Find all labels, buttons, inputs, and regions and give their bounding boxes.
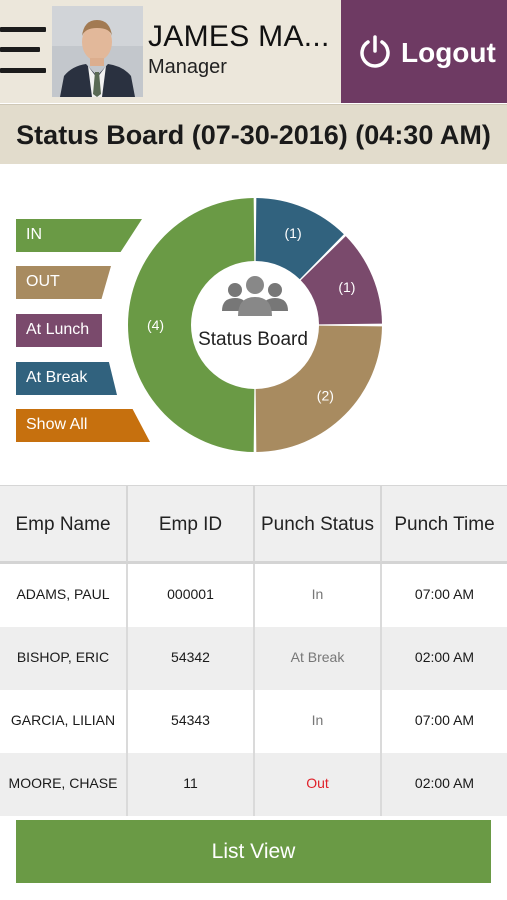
donut-segment-value-label: (2) [317,387,334,403]
emp-id-cell: 000001 [128,564,255,627]
punch-status-cell: In [255,564,382,627]
donut-segment-value-label: (1) [338,279,355,295]
status-donut-chart: (1) (1) (2) (4) [126,196,384,454]
donut-segment-value-label: (4) [147,317,164,333]
emp-id-cell: 54342 [128,627,255,690]
table-row[interactable]: GARCIA, LILIAN 54343 In 07:00 AM [0,690,507,753]
punch-status-cell: At Break [255,627,382,690]
table-row[interactable]: BISHOP, ERIC 54342 At Break 02:00 AM [0,627,507,690]
emp-name-cell: MOORE, CHASE [0,753,128,816]
punch-time-cell: 07:00 AM [414,712,475,728]
emp-id-cell: 54343 [128,690,255,753]
column-header-punch-time[interactable]: Punch Time [382,486,507,562]
list-view-button[interactable]: List View [16,820,491,883]
table-row[interactable]: ADAMS, PAUL 000001 In 07:00 AM [0,564,507,627]
emp-id-cell: 11 [128,753,255,816]
column-header-emp-id[interactable]: Emp ID [128,486,255,562]
table-row[interactable]: MOORE, CHASE 11 Out 02:00 AM [0,753,507,816]
column-header-emp-name[interactable]: Emp Name [0,486,128,562]
punch-time-cell: 02:00 AM [414,775,475,791]
emp-name-cell: GARCIA, LILIAN [0,690,128,753]
punch-time-cell: 07:00 AM [414,586,475,602]
table-header: Emp Name Emp ID Punch Status Punch Time [0,485,507,564]
punch-time-cell: 02:00 AM [414,649,475,665]
emp-name-cell: ADAMS, PAUL [0,564,128,627]
donut-segment-value-label: (1) [285,225,302,241]
punch-status-cell: Out [255,753,382,816]
column-header-punch-status[interactable]: Punch Status [255,486,382,562]
chart-center-label: Status Board [198,329,308,350]
emp-name-cell: BISHOP, ERIC [0,627,128,690]
punch-status-cell: In [255,690,382,753]
